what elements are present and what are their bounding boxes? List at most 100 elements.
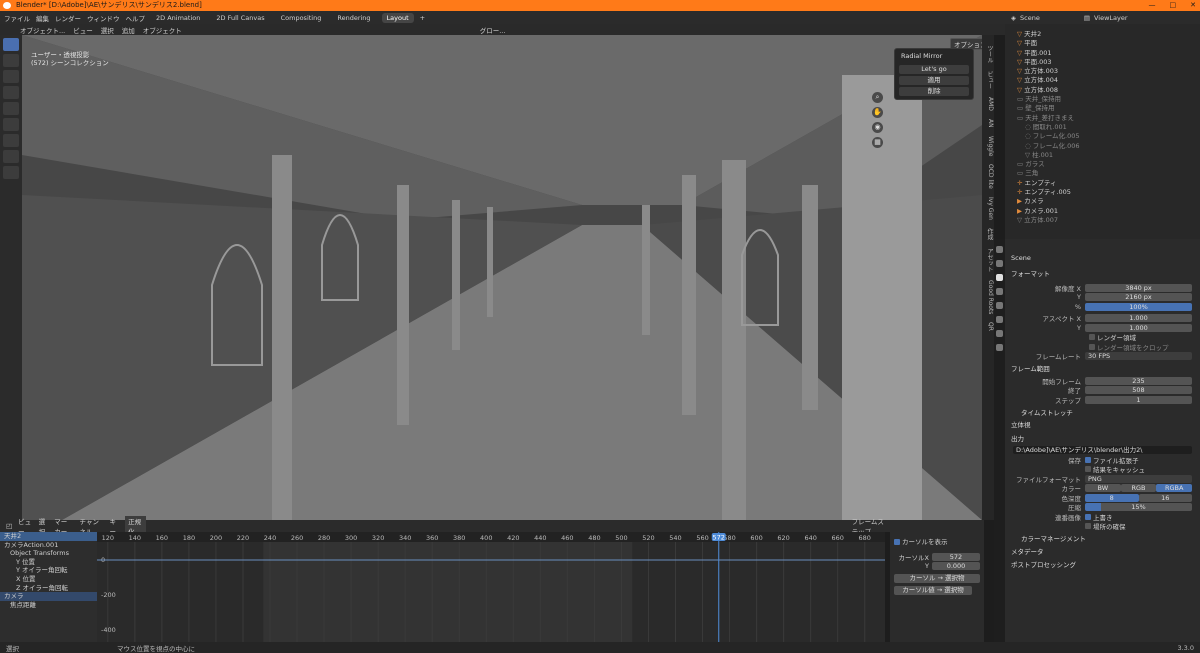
scene-name[interactable]: Scene: [1020, 14, 1040, 22]
render-tab-icon[interactable]: [996, 260, 1003, 267]
measure-tool-icon[interactable]: [3, 150, 19, 163]
outliner-item[interactable]: ▽ 平面: [1017, 39, 1200, 48]
outliner-collection[interactable]: ▭ 三角: [1017, 169, 1200, 178]
overwrite-checkbox[interactable]: [1085, 513, 1091, 520]
menu-file[interactable]: ファイル: [4, 13, 30, 23]
graph-area[interactable]: 120 140 160 180 200 220 240 260 280 300 320 340 360 3…: [97, 532, 885, 642]
stereo-section[interactable]: 立体視: [1005, 420, 1200, 430]
output-path-field[interactable]: D:\Adobe]\AE\サンデリス\blender\出力2\: [1013, 446, 1192, 455]
tab-compositing[interactable]: Compositing: [276, 13, 327, 23]
outliner-item[interactable]: ▽ 柱.001: [1017, 151, 1200, 160]
color-mgmt-section[interactable]: カラーマネージメント: [1005, 534, 1200, 544]
ortho-grid-icon[interactable]: ▦: [872, 137, 883, 148]
outliner-item[interactable]: ▽ 立方体.004: [1017, 76, 1200, 85]
remove-button[interactable]: 削除: [899, 87, 969, 96]
channel-row[interactable]: 焦点距離: [0, 601, 97, 610]
outliner-item[interactable]: ▽ 立方体.007: [1017, 216, 1200, 225]
outliner-item[interactable]: ◌ フレーム化.006: [1017, 142, 1200, 151]
sidetab-create[interactable]: 作成: [982, 228, 994, 240]
graph-editor-icon[interactable]: ◰: [6, 522, 12, 530]
outliner-item[interactable]: ▽ 平面.003: [1017, 58, 1200, 67]
color-rgba-button[interactable]: RGBA: [1156, 484, 1193, 493]
outliner-collection[interactable]: ▭ ガラス: [1017, 160, 1200, 169]
channel-row[interactable]: カメラAction.001: [0, 541, 97, 550]
depth-8-button[interactable]: 8: [1085, 493, 1139, 502]
outliner-item[interactable]: ▽ 天井2: [1017, 30, 1200, 39]
minimize-icon[interactable]: —: [1149, 0, 1156, 11]
res-y-field[interactable]: 2160 px: [1085, 293, 1192, 302]
sidetab-view[interactable]: ビュー: [982, 71, 994, 89]
outliner-item[interactable]: ▽ 立方体.008: [1017, 86, 1200, 95]
depth-16-button[interactable]: 16: [1138, 493, 1192, 502]
render-region-checkbox[interactable]: [1089, 334, 1095, 341]
vp-menu-object[interactable]: オブジェクト: [143, 25, 182, 35]
mode-select[interactable]: オブジェクト...: [20, 25, 65, 35]
lets-go-button[interactable]: Let's go: [899, 65, 969, 74]
camera-view-icon[interactable]: ◉: [872, 122, 883, 133]
metadata-section[interactable]: メタデータ: [1005, 547, 1200, 557]
outliner-collection[interactable]: ▭ 天井_差打きまえ: [1017, 114, 1200, 123]
select-tool-icon[interactable]: [3, 38, 19, 51]
move-tool-icon[interactable]: [3, 70, 19, 83]
channel-row[interactable]: Y オイラー角回転: [0, 566, 97, 575]
sidetab-amd[interactable]: AMD: [982, 97, 994, 111]
placeholders-checkbox[interactable]: [1085, 523, 1091, 530]
channel-row[interactable]: 天井2: [0, 532, 97, 541]
tab-layout[interactable]: Layout: [381, 12, 414, 23]
outliner-item[interactable]: ◌ フレーム化.005: [1017, 132, 1200, 141]
timestretch-section[interactable]: タイムストレッチ: [1005, 408, 1200, 418]
outliner-item[interactable]: ✛ エンプティ.005: [1017, 188, 1200, 197]
sidetab-asset[interactable]: アセット: [982, 248, 994, 272]
vp-menu-add[interactable]: 追加: [122, 25, 135, 35]
zoom-icon[interactable]: ⌕: [872, 92, 883, 103]
color-bw-button[interactable]: BW: [1085, 484, 1121, 493]
sidetab-ocd[interactable]: OCD lite: [982, 164, 994, 189]
add-cube-tool-icon[interactable]: [3, 166, 19, 179]
tab-rendering[interactable]: Rendering: [332, 13, 375, 23]
output-section[interactable]: 出力: [1005, 434, 1200, 444]
crop-checkbox[interactable]: [1089, 343, 1095, 350]
sidetab-goodroots[interactable]: Good Roots: [982, 280, 994, 314]
vp-menu-select[interactable]: 選択: [101, 25, 114, 35]
outliner-item[interactable]: ▽ 平面.001: [1017, 49, 1200, 58]
scene-tab-icon[interactable]: [996, 302, 1003, 309]
vp-menu-view[interactable]: ビュー: [73, 25, 93, 35]
postproc-section[interactable]: ポストプロセッシング: [1005, 560, 1200, 570]
start-frame-field[interactable]: 235: [1085, 376, 1192, 385]
3d-viewport[interactable]: [22, 35, 982, 520]
outliner-item[interactable]: ◌ 間取れ.001: [1017, 123, 1200, 132]
object-tab-icon[interactable]: [996, 330, 1003, 337]
fileformat-select[interactable]: PNG: [1085, 474, 1192, 483]
outliner-item[interactable]: ▶ カメラ: [1017, 197, 1200, 206]
world-tab-icon[interactable]: [996, 316, 1003, 323]
maximize-icon[interactable]: □: [1170, 0, 1177, 11]
apply-button[interactable]: 適用: [899, 76, 969, 85]
menu-help[interactable]: ヘルプ: [126, 13, 146, 23]
menu-render[interactable]: レンダー: [55, 13, 81, 23]
end-frame-field[interactable]: 508: [1085, 386, 1192, 395]
outliner-collection[interactable]: ▭ 壁_保持用: [1017, 104, 1200, 113]
pan-hand-icon[interactable]: ✋: [872, 107, 883, 118]
transform-tool-icon[interactable]: [3, 118, 19, 131]
output-tab-icon[interactable]: [996, 274, 1003, 281]
sidetab-an[interactable]: AN: [982, 119, 994, 128]
channel-row[interactable]: Z オイラー角回転: [0, 584, 97, 593]
channel-row[interactable]: カメラ: [0, 592, 97, 601]
rotate-tool-icon[interactable]: [3, 86, 19, 99]
cursor-to-selected-button[interactable]: カーソル → 選択物: [894, 574, 980, 583]
aspect-y-field[interactable]: 1.000: [1085, 323, 1192, 332]
view-layer-tab-icon[interactable]: [996, 288, 1003, 295]
annotate-tool-icon[interactable]: [3, 134, 19, 147]
add-workspace-icon[interactable]: +: [420, 14, 425, 22]
res-x-field[interactable]: 3840 px: [1085, 283, 1192, 292]
step-field[interactable]: 1: [1085, 395, 1192, 404]
modifier-tab-icon[interactable]: [996, 344, 1003, 351]
res-pct-field[interactable]: 100%: [1085, 302, 1192, 311]
close-icon[interactable]: ✕: [1190, 0, 1196, 11]
format-section[interactable]: フォーマット: [1005, 269, 1200, 279]
file-ext-checkbox[interactable]: [1085, 456, 1091, 463]
outliner-item[interactable]: ✛ エンプティ: [1017, 179, 1200, 188]
cursor-value-to-selected-button[interactable]: カーソル値 → 選択物: [894, 586, 972, 595]
cursor-y-field[interactable]: 0.000: [932, 562, 980, 571]
viewlayer-name[interactable]: ViewLayer: [1094, 14, 1128, 22]
